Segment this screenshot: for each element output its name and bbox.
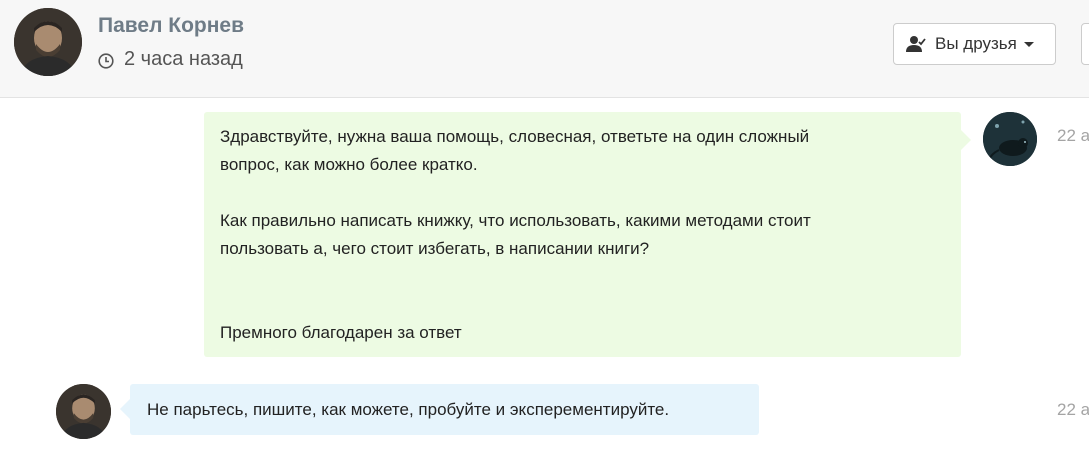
friends-button-label: Вы друзья	[935, 34, 1017, 53]
clock-icon	[98, 52, 114, 69]
partner-photo	[14, 8, 82, 76]
message-time: 22 а	[1057, 126, 1089, 145]
contact-name[interactable]: Павел Корнев	[98, 14, 244, 38]
more-actions-button[interactable]	[1081, 23, 1089, 65]
outgoing-message: Здравствуйте, нужна ваша помощь, словесн…	[204, 112, 971, 357]
message-time: 22 а	[1057, 400, 1089, 419]
last-seen-text: 2 часа назад	[124, 48, 243, 70]
my-avatar-image	[983, 112, 1037, 166]
chat-page: Павел Корнев 2 часа назад Вы друзья Здра…	[0, 0, 1089, 458]
incoming-message: Не парьтесь, пишите, как можете, пробуйт…	[120, 384, 759, 435]
message-line: Как правильно написать книжку, что испол…	[220, 211, 811, 258]
message-line: Здравствуйте, нужна ваша помощь, словесн…	[220, 127, 810, 174]
conversation-header: Павел Корнев 2 часа назад Вы друзья	[0, 0, 1089, 98]
caret-down-icon	[1023, 41, 1034, 47]
last-seen: 2 часа назад	[98, 48, 243, 71]
partner-message-avatar[interactable]	[56, 384, 111, 439]
friends-dropdown-button[interactable]: Вы друзья	[893, 23, 1056, 65]
my-avatar[interactable]	[983, 112, 1037, 166]
partner-photo	[56, 384, 111, 439]
message-line: Премного благодарен за ответ	[220, 323, 462, 342]
user-check-icon	[905, 35, 927, 53]
partner-avatar[interactable]	[14, 8, 82, 76]
